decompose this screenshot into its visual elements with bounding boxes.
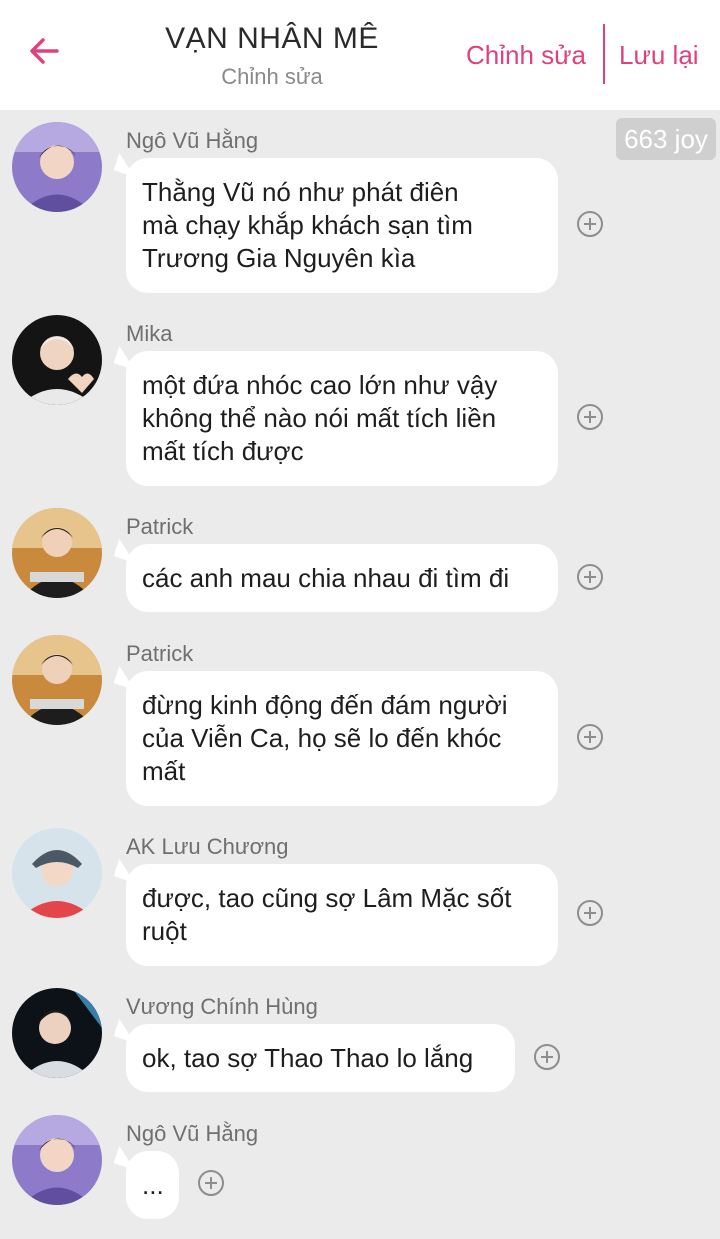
header-bar: VẠN NHÂN MÊ Chỉnh sửa Chỉnh sửa Lưu lại (0, 0, 720, 110)
message-line: một đứa nhóc cao lớn như vậy (142, 370, 498, 400)
save-button[interactable]: Lưu lại (619, 40, 699, 71)
avatar[interactable] (12, 1115, 102, 1205)
add-reaction-button[interactable] (577, 404, 603, 430)
sender-name: Mika (126, 321, 173, 346)
avatar[interactable] (12, 635, 102, 725)
avatar[interactable] (12, 508, 102, 598)
avatar[interactable] (12, 315, 102, 405)
page-title: VẠN NHÂN MÊ (165, 22, 379, 55)
add-reaction-button[interactable] (577, 900, 603, 926)
sender-name: Vương Chính Hùng (126, 994, 318, 1019)
avatar[interactable] (12, 828, 102, 918)
add-reaction-button[interactable] (577, 564, 603, 590)
message-line: ruột (142, 916, 187, 946)
message-line: ok, tao sợ Thao Thao lo lắng (142, 1043, 474, 1073)
message-line: mà chạy khắp khách sạn tìm (142, 210, 473, 240)
message-line: ... (142, 1170, 164, 1200)
avatar[interactable] (12, 988, 102, 1078)
message-bubble[interactable]: ... (113, 1146, 179, 1219)
avatar[interactable] (12, 122, 102, 212)
add-reaction-button[interactable] (577, 724, 603, 750)
joy-badge: 663 joy (616, 118, 716, 160)
add-reaction-button[interactable] (577, 211, 603, 237)
message-bubble[interactable]: ok, tao sợ Thao Thao lo lắng (113, 1019, 515, 1092)
message-line: Thằng Vũ nó như phát điên (142, 177, 459, 207)
header-divider (603, 24, 605, 84)
add-reaction-button[interactable] (198, 1170, 224, 1196)
message-line: mất (142, 756, 186, 786)
page-subtitle: Chỉnh sửa (221, 64, 323, 89)
add-reaction-button[interactable] (534, 1044, 560, 1070)
message-bubble[interactable]: đừng kinh động đến đám người của Viễn Ca… (113, 666, 558, 806)
sender-name: Ngô Vũ Hằng (126, 128, 259, 153)
message-line: đừng kinh động đến đám người (142, 690, 508, 720)
sender-name: Patrick (126, 514, 194, 539)
back-button[interactable] (22, 30, 68, 76)
sender-name: AK Lưu Chương (126, 834, 289, 859)
message-bubble[interactable]: các anh mau chia nhau đi tìm đi (113, 539, 558, 612)
message-line: mất tích được (142, 436, 304, 466)
message-line: Trương Gia Nguyên kìa (142, 243, 416, 273)
arrow-left-icon (27, 33, 63, 74)
message-bubble[interactable]: Thằng Vũ nó như phát điên mà chạy khắp k… (113, 153, 558, 293)
message-line: được, tao cũng sợ Lâm Mặc sốt (142, 883, 512, 913)
message-bubble[interactable]: một đứa nhóc cao lớn như vậy không thể n… (113, 346, 558, 486)
message-bubble[interactable]: được, tao cũng sợ Lâm Mặc sốt ruột (113, 859, 558, 966)
message-line: của Viễn Ca, họ sẽ lo đến khóc (142, 723, 502, 753)
message-line: các anh mau chia nhau đi tìm đi (142, 563, 510, 593)
sender-name: Ngô Vũ Hằng (126, 1121, 259, 1146)
edit-button[interactable]: Chỉnh sửa (466, 40, 586, 71)
sender-name: Patrick (126, 641, 194, 666)
message-line: không thể nào nói mất tích liền (142, 403, 497, 433)
